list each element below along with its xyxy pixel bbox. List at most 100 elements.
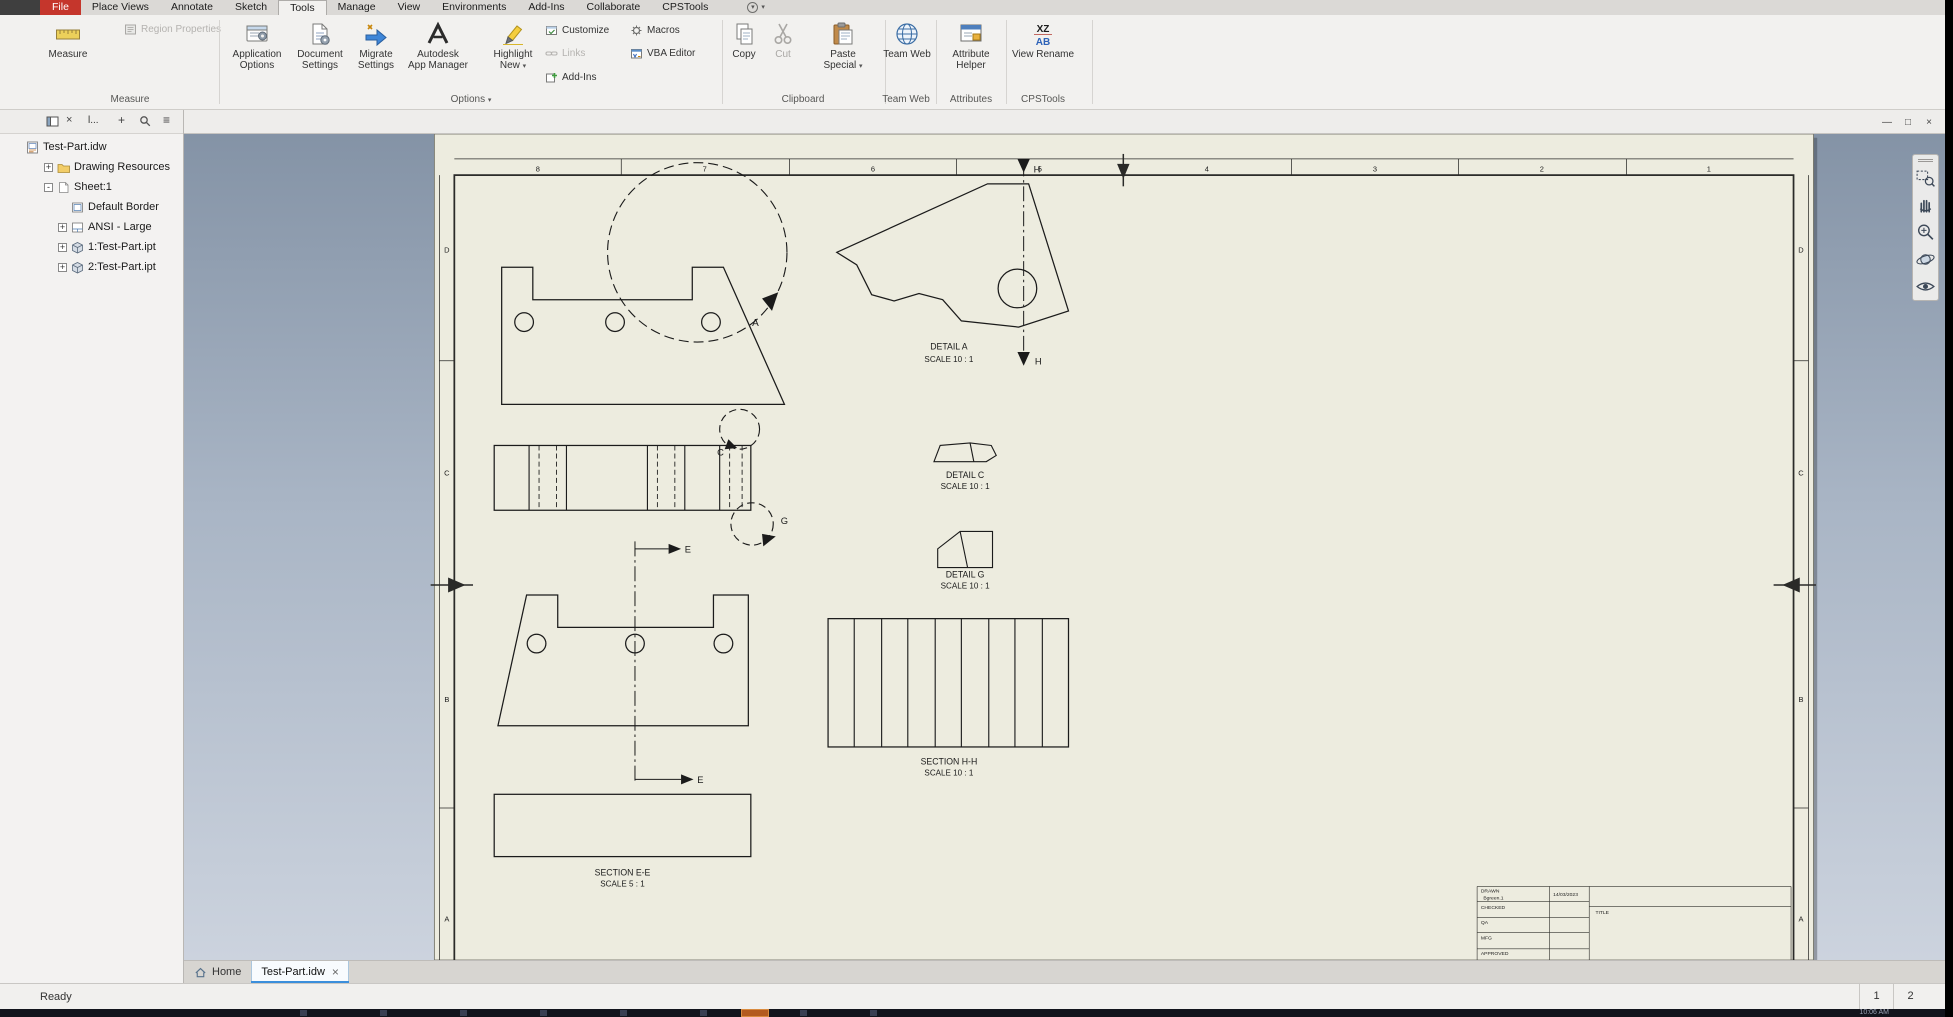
expander-icon[interactable]: + <box>58 242 67 252</box>
highlight-new-caret-icon[interactable]: ▾ <box>523 63 527 70</box>
taskbar-icon[interactable] <box>540 1010 547 1016</box>
paste-special-caret-icon[interactable]: ▾ <box>859 63 863 70</box>
svg-text:D: D <box>444 245 450 254</box>
autodesk-app-manager-button[interactable]: Autodesk App Manager <box>400 19 476 93</box>
look-at-icon[interactable] <box>1915 276 1936 297</box>
view-rename-button[interactable]: XZ AB View Rename <box>1011 19 1075 93</box>
menu-sketch[interactable]: Sketch <box>224 0 278 15</box>
paste-special-icon <box>830 21 856 47</box>
highlight-new-button[interactable]: Highlight New ▾ <box>483 19 543 93</box>
tab-close-icon[interactable]: × <box>332 965 339 979</box>
taskbar-icon[interactable] <box>460 1010 467 1016</box>
menu-file[interactable]: File <box>40 0 81 15</box>
menu-view[interactable]: View <box>387 0 432 15</box>
document-settings-button[interactable]: Document Settings <box>290 19 350 93</box>
migrate-settings-icon <box>363 21 389 47</box>
pan-hand-icon[interactable] <box>1915 195 1936 216</box>
ribbon-display-options-icon[interactable]: ▾ <box>747 2 759 13</box>
svg-text:SECTION E-E: SECTION E-E <box>595 867 651 877</box>
measure-button[interactable]: Measure <box>38 19 98 93</box>
menu-annotate[interactable]: Annotate <box>160 0 224 15</box>
close-panel-icon[interactable]: × <box>66 114 72 126</box>
titleblock-date: 14/03/2023 <box>1553 892 1578 898</box>
tree-item-default-border[interactable]: Default Border <box>0 197 183 217</box>
menu-cpstools[interactable]: CPSTools <box>651 0 719 15</box>
search-icon[interactable] <box>139 115 152 128</box>
customize-button[interactable]: Customize <box>545 22 609 39</box>
status-message: Ready <box>40 990 72 1003</box>
doc-minimize-button[interactable]: — <box>1879 117 1895 128</box>
svg-text:4: 4 <box>1205 164 1209 173</box>
tree-item-view1[interactable]: + 1:Test-Part.ipt <box>0 237 183 257</box>
tree-item-label: Test-Part.idw <box>43 141 107 153</box>
drawing-sheet-svg[interactable]: 8 7 6 5 4 3 2 1 D C B A D C B A A H H DE… <box>184 134 1945 960</box>
options-group-label[interactable]: Options ▾ <box>371 94 571 105</box>
expander-icon[interactable]: + <box>58 262 67 272</box>
taskbar-icon-active[interactable] <box>741 1009 769 1017</box>
tree-item-label: ANSI - Large <box>88 221 152 233</box>
taskbar-icon[interactable] <box>800 1010 807 1016</box>
vba-editor-button[interactable]: VBA Editor <box>630 45 695 62</box>
taskbar-icon[interactable] <box>620 1010 627 1016</box>
menu-environments[interactable]: Environments <box>431 0 517 15</box>
menu-place-views[interactable]: Place Views <box>81 0 160 15</box>
macros-button[interactable]: Macros <box>630 22 680 39</box>
team-web-button[interactable]: Team Web <box>878 19 936 93</box>
view-rename-icon: XZ AB <box>1030 21 1056 47</box>
svg-text:SECTION H-H: SECTION H-H <box>921 756 978 766</box>
orbit-icon[interactable] <box>1915 249 1936 270</box>
tree-item-label: 2:Test-Part.ipt <box>88 261 156 273</box>
tree-item-document[interactable]: Test-Part.idw <box>0 137 183 157</box>
tab-home[interactable]: Home <box>184 961 251 983</box>
drawing-canvas[interactable]: 8 7 6 5 4 3 2 1 D C B A D C B A A H H DE… <box>184 134 1945 960</box>
tree-item-sheet1[interactable]: - Sheet:1 <box>0 177 183 197</box>
taskbar-icon[interactable] <box>300 1010 307 1016</box>
add-pane-icon[interactable]: + <box>118 113 125 127</box>
expander-icon[interactable]: + <box>58 222 67 232</box>
measure-group-label: Measure <box>110 94 150 105</box>
zoom-icon[interactable] <box>1915 222 1936 243</box>
taskbar-icon[interactable] <box>380 1010 387 1016</box>
links-icon <box>545 47 558 60</box>
tree-item-ansi-large[interactable]: + ANSI - Large <box>0 217 183 237</box>
attribute-helper-icon <box>958 21 984 47</box>
panel-dock-icon[interactable] <box>46 115 59 128</box>
svg-text:XZ: XZ <box>1037 24 1050 35</box>
titleblock-author: Bgreen.1 <box>1483 896 1503 902</box>
browser-pane-filter[interactable]: l... <box>88 115 99 126</box>
tab-test-part-idw[interactable]: Test-Part.idw × <box>251 961 349 983</box>
tree-item-drawing-resources[interactable]: + Drawing Resources <box>0 157 183 177</box>
doc-close-button[interactable]: × <box>1921 117 1937 128</box>
application-options-button[interactable]: Application Options <box>227 19 287 93</box>
menu-add-ins[interactable]: Add-Ins <box>517 0 575 15</box>
add-ins-button[interactable]: Add-Ins <box>545 69 596 86</box>
tree-item-label: Default Border <box>88 201 159 213</box>
paste-special-button[interactable]: Paste Special ▾ <box>812 19 874 93</box>
menu-tools[interactable]: Tools <box>278 0 327 15</box>
zoom-all-icon[interactable] <box>1915 168 1936 189</box>
menu-manage[interactable]: Manage <box>327 0 387 15</box>
options-group-caret-icon[interactable]: ▾ <box>488 97 492 104</box>
ribbon-display-caret-icon[interactable]: ▾ <box>761 0 765 15</box>
status-field-1[interactable]: 1 <box>1859 984 1893 1009</box>
svg-text:SCALE 10 : 1: SCALE 10 : 1 <box>924 769 973 778</box>
expander-icon[interactable]: - <box>44 182 53 192</box>
group-separator <box>1092 20 1093 104</box>
tree-item-view2[interactable]: + 2:Test-Part.ipt <box>0 257 183 277</box>
measure-icon <box>55 21 81 47</box>
taskbar-icon[interactable] <box>700 1010 707 1016</box>
document-tab-bar: Home Test-Part.idw × <box>184 960 1945 983</box>
navbar-grip[interactable] <box>1918 159 1933 162</box>
svg-text:DETAIL G: DETAIL G <box>946 570 985 580</box>
browser-tree: Test-Part.idw + Drawing Resources - Shee… <box>0 134 183 277</box>
svg-text:SCALE 10 : 1: SCALE 10 : 1 <box>924 355 973 364</box>
menu-hamburger-icon[interactable]: ≡ <box>163 113 170 127</box>
menu-collaborate[interactable]: Collaborate <box>576 0 652 15</box>
taskbar-icon[interactable] <box>870 1010 877 1016</box>
doc-restore-button[interactable]: □ <box>1900 117 1916 128</box>
status-field-2[interactable]: 2 <box>1893 984 1927 1009</box>
expander-icon[interactable]: + <box>44 162 53 172</box>
sheet[interactable] <box>433 134 1818 960</box>
attribute-helper-button[interactable]: Attribute Helper <box>941 19 1001 93</box>
migrate-settings-button[interactable]: Migrate Settings <box>346 19 406 93</box>
